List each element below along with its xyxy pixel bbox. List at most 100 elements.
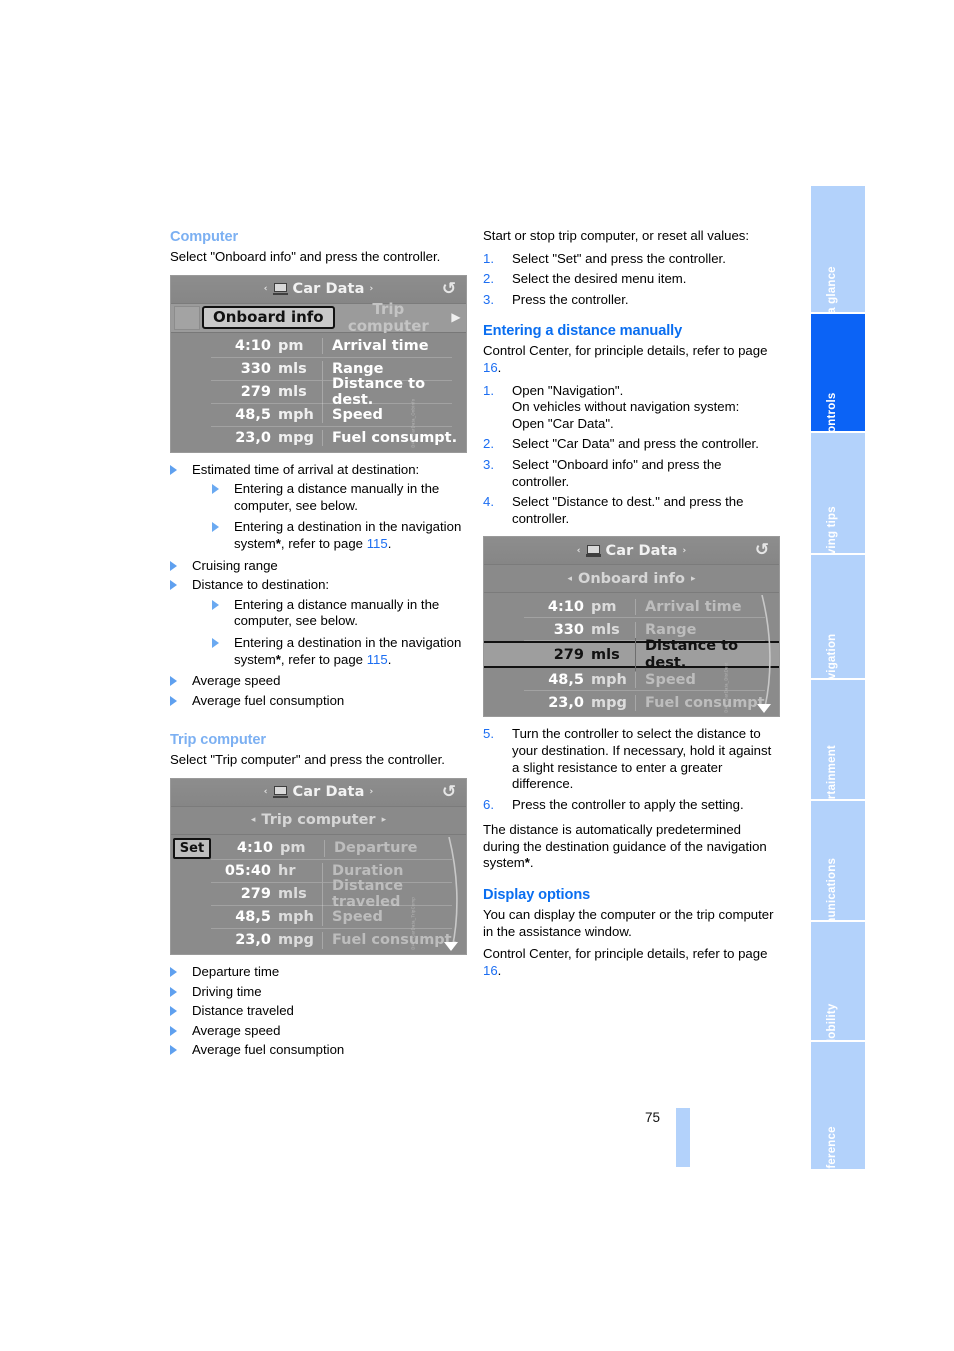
sidebar-item-navigation[interactable]: Navigation xyxy=(811,555,865,694)
computer-bullet-list: Estimated time of arrival at destination… xyxy=(170,462,465,710)
row-value: 4:10 xyxy=(236,840,273,857)
list-item: Entering a distance manually in the comp… xyxy=(212,481,465,514)
row-value: 48,5 xyxy=(235,909,271,926)
list-item: Entering a destination in the navigation… xyxy=(212,519,465,552)
list-item: 2. Select "Car Data" and press the contro… xyxy=(483,436,778,453)
idrive-screenshot-distance-selected: ‹ Car Data › ↺ ◂ Onboard info ▸ 4:10 pm … xyxy=(483,536,780,718)
sidebar-item-communications[interactable]: Communications xyxy=(811,801,865,954)
tab-next-arrow-icon[interactable]: ▶ xyxy=(446,309,466,326)
list-item: 4. Select "Distance to dest." and press t… xyxy=(483,494,778,527)
start-stop-intro: Start or stop trip computer, or reset al… xyxy=(483,228,750,243)
row-value: 330 xyxy=(553,621,584,638)
sidebar-item-entertainment[interactable]: Entertainment xyxy=(811,680,865,825)
left-arrow-icon: ‹ xyxy=(576,545,581,556)
row-unit: pm xyxy=(591,598,617,615)
triangle-bullet-icon xyxy=(170,1025,177,1036)
list-item: 5. Turn the controller to select the dist… xyxy=(483,726,778,792)
row-value: 330 xyxy=(240,360,271,377)
page-marker-bar xyxy=(676,1108,690,1167)
list-item-label: Distance traveled xyxy=(192,1003,294,1019)
computer-monitor-icon xyxy=(585,544,601,557)
list-item-label: Average fuel consumption xyxy=(192,692,345,708)
screenshot-title: Car Data xyxy=(292,280,365,297)
list-item: Departure time xyxy=(170,964,465,981)
sidebar-item-mobility[interactable]: Mobility xyxy=(811,922,865,1049)
row-value: 4:10 xyxy=(547,598,584,615)
list-item-label: Entering a destination in the navigation… xyxy=(234,634,462,667)
sidebar-item-driving-tips[interactable]: Driving tips xyxy=(811,433,865,572)
tab-trip-computer[interactable]: Trip computer xyxy=(331,301,446,334)
scroll-down-arrow-icon[interactable] xyxy=(757,704,771,714)
left-column: Computer Select "Onboard info" and press… xyxy=(170,228,467,1062)
step-number: 3. xyxy=(483,456,494,472)
submenu-label: Onboard info xyxy=(578,570,685,587)
page-reference-link[interactable]: 16 xyxy=(483,963,498,978)
page-number: 75 xyxy=(645,1110,661,1125)
list-item-label: Departure time xyxy=(192,963,280,979)
sidebar-item-controls[interactable]: Controls xyxy=(811,314,865,441)
rotate-controller-icon: ↺ xyxy=(754,540,770,561)
list-item: 3. Press the controller. xyxy=(483,292,778,309)
step-text: Turn the controller to select the distan… xyxy=(512,726,772,792)
intro-suffix: . xyxy=(497,359,502,375)
scroll-down-arrow-icon[interactable] xyxy=(444,941,458,951)
list-item: Distance to destination: Entering a dist… xyxy=(170,577,465,668)
entering-distance-note: The distance is automatically predetermi… xyxy=(483,822,767,871)
triangle-bullet-icon xyxy=(170,676,177,687)
step-text: Select "Distance to dest." and press the… xyxy=(512,494,744,526)
right-arrow-icon[interactable]: ▸ xyxy=(691,571,696,588)
tab-left-stub xyxy=(174,305,200,330)
row-unit: mph xyxy=(278,406,314,423)
screenshot-title-bar: ‹ Car Data › ↺ xyxy=(171,778,466,807)
page-reference-link[interactable]: 115 xyxy=(367,536,388,551)
list-item-label: Entering a destination in the navigation… xyxy=(234,519,462,551)
list-item: Entering a distance manually in the comp… xyxy=(212,597,465,630)
right-arrow-icon: › xyxy=(369,283,374,294)
idrive-screenshot-onboard-info: ‹ Car Data › ↺ Onboard info Trip compute… xyxy=(170,274,467,453)
row-unit: pm xyxy=(278,337,304,354)
triangle-bullet-icon xyxy=(170,695,177,706)
row-value: 05:40 xyxy=(224,863,271,880)
page-reference-link[interactable]: 16 xyxy=(483,360,498,375)
list-item: Distance traveled xyxy=(170,1003,465,1020)
rotate-controller-icon: ↺ xyxy=(441,278,457,299)
display-options-heading: Display options xyxy=(483,887,591,904)
step-text: Open "Navigation". On vehicles without n… xyxy=(512,382,740,431)
sidebar-item-at-a-glance[interactable]: At a glance xyxy=(811,186,865,330)
trip-computer-heading: Trip computer xyxy=(170,732,267,749)
triangle-bullet-icon xyxy=(170,464,177,475)
tab-onboard-info[interactable]: Onboard info xyxy=(202,305,335,330)
row-value: 23,0 xyxy=(548,694,584,711)
list-item: 6. Press the controller to apply the sett… xyxy=(483,797,778,814)
row-unit: mls xyxy=(278,886,307,903)
list-item-label: Cruising range xyxy=(192,557,278,573)
triangle-bullet-icon xyxy=(212,599,219,610)
set-button[interactable]: Set xyxy=(173,837,211,859)
list-item: Average fuel consumption xyxy=(170,693,465,710)
table-row: Set 4:10 pm Departure xyxy=(171,837,466,860)
sidebar-item-reference[interactable]: Reference xyxy=(811,1042,865,1184)
entering-distance-steps: 1. Open "Navigation". On vehicles without… xyxy=(483,383,778,528)
left-arrow-icon[interactable]: ◂ xyxy=(251,812,256,829)
row-unit: mpg xyxy=(278,429,314,446)
list-item: 1. Open "Navigation". On vehicles without… xyxy=(483,383,778,433)
left-arrow-icon[interactable]: ◂ xyxy=(568,571,573,588)
row-label: Departure xyxy=(324,840,466,857)
step-text: Select the desired menu item. xyxy=(512,271,687,287)
right-arrow-icon: › xyxy=(369,787,374,798)
section-tabs: At a glance Controls Driving tips Naviga… xyxy=(811,186,865,1184)
row-unit: hr xyxy=(278,863,296,880)
entering-distance-steps-after: 5. Turn the controller to select the dist… xyxy=(483,726,778,813)
row-unit: mls xyxy=(591,646,620,663)
row-value: 23,0 xyxy=(235,429,271,446)
screenshot-title-bar: ‹ Car Data › ↺ xyxy=(171,275,466,304)
list-item: Estimated time of arrival at destination… xyxy=(170,462,465,553)
row-label: Speed xyxy=(322,406,466,424)
screenshot-title: Car Data xyxy=(605,542,678,559)
right-arrow-icon[interactable]: ▸ xyxy=(382,812,387,829)
page-reference-link[interactable]: 115 xyxy=(367,652,388,667)
row-unit: mpg xyxy=(591,694,627,711)
rotate-controller-icon: ↺ xyxy=(441,781,457,802)
image-code: DAT_CarData_DistDest xyxy=(723,662,729,713)
computer-intro: Select "Onboard info" and press the cont… xyxy=(170,249,441,264)
